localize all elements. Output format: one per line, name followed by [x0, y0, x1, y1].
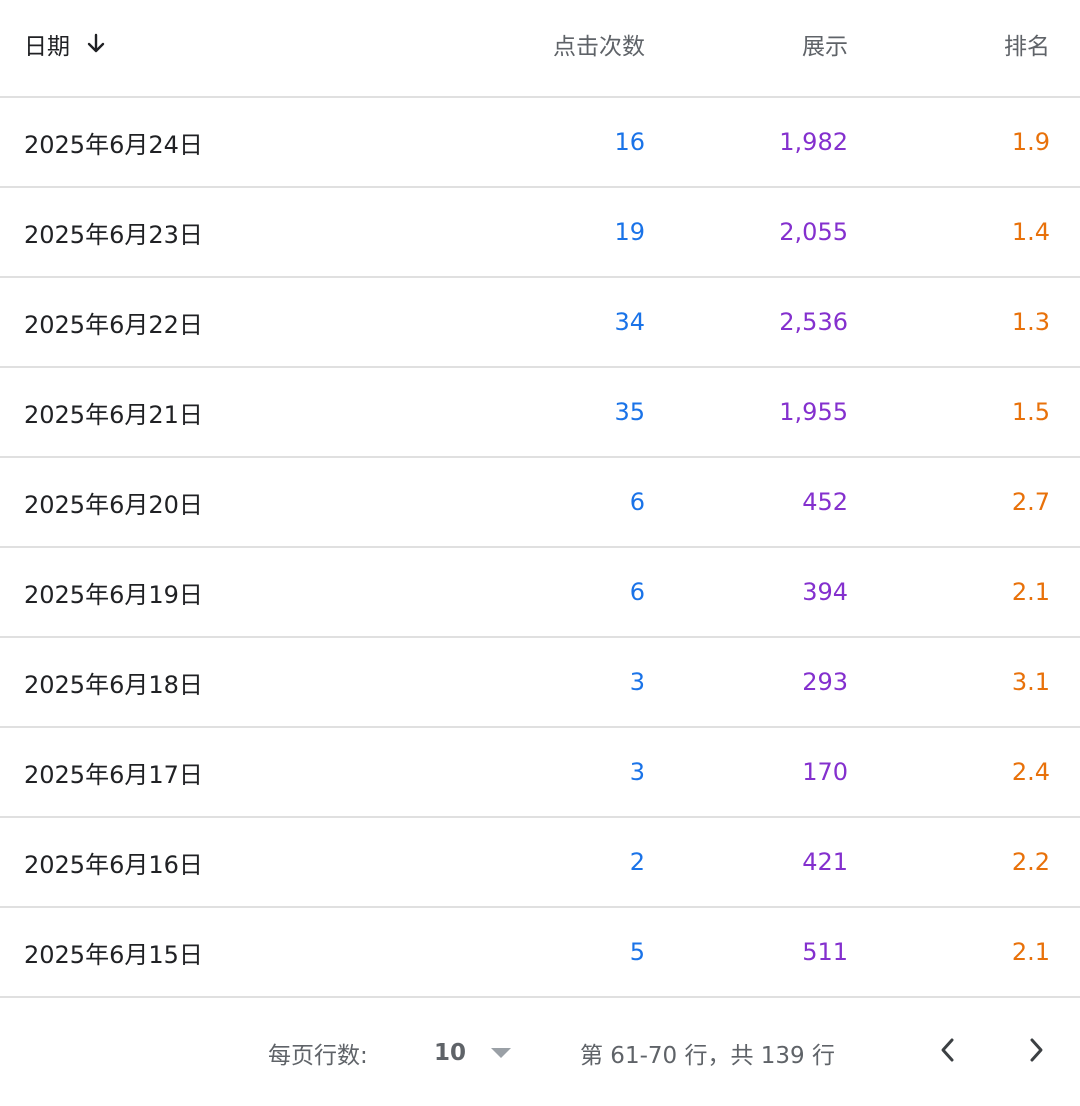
arrow-down-icon[interactable]: [84, 32, 108, 56]
chevron-left-icon: [938, 1037, 956, 1069]
cell-clicks: 2: [629, 848, 645, 876]
table-row[interactable]: 2025年6月18日 3 293 3.1: [0, 638, 1080, 728]
cell-position: 3.1: [1011, 668, 1050, 696]
cell-position: 2.4: [1011, 758, 1050, 786]
cell-date: 2025年6月17日: [24, 760, 203, 789]
cell-position: 2.7: [1011, 488, 1050, 516]
cell-position: 2.1: [1011, 938, 1050, 966]
cell-date: 2025年6月20日: [24, 490, 203, 519]
caret-down-icon[interactable]: [488, 1000, 514, 1106]
cell-position: 1.4: [1011, 218, 1050, 246]
cell-clicks: 16: [614, 128, 645, 156]
column-header-impressions-label: 展示: [802, 34, 848, 60]
cell-impressions: 293: [802, 668, 848, 696]
table-row[interactable]: 2025年6月21日 35 1,955 1.5: [0, 368, 1080, 458]
table-body: 2025年6月24日 16 1,982 1.9 2025年6月23日 19 2,…: [0, 98, 1080, 998]
cell-position: 1.3: [1011, 308, 1050, 336]
table-row[interactable]: 2025年6月20日 6 452 2.7: [0, 458, 1080, 548]
cell-impressions: 2,055: [779, 218, 848, 246]
cell-clicks: 35: [614, 398, 645, 426]
column-header-date[interactable]: 日期: [24, 0, 424, 96]
cell-position: 2.2: [1011, 848, 1050, 876]
table-row[interactable]: 2025年6月19日 6 394 2.1: [0, 548, 1080, 638]
cell-clicks: 6: [629, 578, 645, 606]
column-header-position-label: 排名: [1004, 34, 1050, 60]
cell-position: 1.9: [1011, 128, 1050, 156]
cell-position: 1.5: [1011, 398, 1050, 426]
cell-date: 2025年6月19日: [24, 580, 203, 609]
cell-date: 2025年6月22日: [24, 310, 203, 339]
cell-date: 2025年6月24日: [24, 130, 203, 159]
column-header-date-label: 日期: [24, 34, 70, 60]
table-row[interactable]: 2025年6月17日 3 170 2.4: [0, 728, 1080, 818]
cell-clicks: 19: [614, 218, 645, 246]
chevron-right-icon: [1028, 1037, 1046, 1069]
cell-impressions: 1,955: [779, 398, 848, 426]
cell-impressions: 511: [802, 938, 848, 966]
cell-clicks: 34: [614, 308, 645, 336]
cell-clicks: 6: [629, 488, 645, 516]
cell-clicks: 3: [629, 758, 645, 786]
cell-impressions: 421: [802, 848, 848, 876]
cell-impressions: 452: [802, 488, 848, 516]
column-header-impressions[interactable]: 展示: [668, 0, 848, 96]
cell-position: 2.1: [1011, 578, 1050, 606]
cell-impressions: 2,536: [779, 308, 848, 336]
cell-date: 2025年6月23日: [24, 220, 203, 249]
previous-page-button[interactable]: [930, 1000, 964, 1106]
column-header-clicks[interactable]: 点击次数: [465, 0, 645, 96]
table-row[interactable]: 2025年6月16日 2 421 2.2: [0, 818, 1080, 908]
cell-impressions: 394: [802, 578, 848, 606]
table-header: 日期 点击次数 展示 排名: [0, 0, 1080, 98]
cell-impressions: 170: [802, 758, 848, 786]
table-row[interactable]: 2025年6月24日 16 1,982 1.9: [0, 98, 1080, 188]
table-row[interactable]: 2025年6月15日 5 511 2.1: [0, 908, 1080, 998]
table-row[interactable]: 2025年6月22日 34 2,536 1.3: [0, 278, 1080, 368]
cell-clicks: 5: [629, 938, 645, 966]
rows-per-page-label: 每页行数:: [268, 1043, 368, 1069]
table-row[interactable]: 2025年6月23日 19 2,055 1.4: [0, 188, 1080, 278]
pagination-footer: 每页行数: 10 第 61-70 行，共 139 行: [0, 1000, 1080, 1095]
column-header-position[interactable]: 排名: [870, 0, 1050, 96]
rows-per-page-select[interactable]: 10: [434, 1000, 466, 1106]
cell-date: 2025年6月18日: [24, 670, 203, 699]
cell-impressions: 1,982: [779, 128, 848, 156]
performance-table: 日期 点击次数 展示 排名 2025年6月24日 16 1,982 1.9 20…: [0, 0, 1080, 998]
next-page-button[interactable]: [1020, 1000, 1054, 1106]
column-header-clicks-label: 点击次数: [553, 34, 645, 60]
pagination-range: 第 61-70 行，共 139 行: [580, 1043, 835, 1069]
cell-date: 2025年6月16日: [24, 850, 203, 879]
cell-clicks: 3: [629, 668, 645, 696]
cell-date: 2025年6月21日: [24, 400, 203, 429]
cell-date: 2025年6月15日: [24, 940, 203, 969]
